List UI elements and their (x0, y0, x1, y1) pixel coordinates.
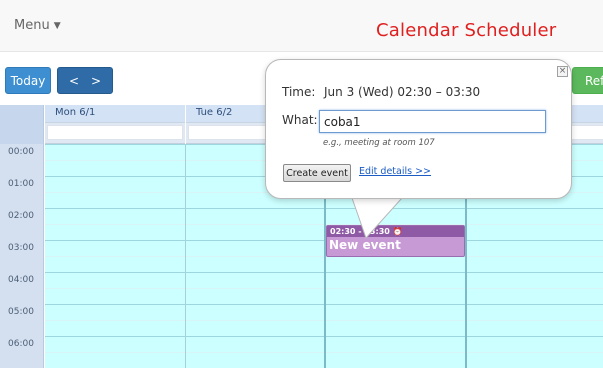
app-window: Menu▼ Calendar Scheduler Today <> Refr M… (0, 0, 603, 368)
refresh-button[interactable]: Refr (572, 67, 603, 94)
edit-details-link[interactable]: Edit details >> (359, 166, 431, 177)
event-time: 02:30 - 03:30 (330, 227, 390, 236)
top-menu-bar: Menu ▼ Calendar Scheduler (0, 0, 603, 52)
create-event-button[interactable]: Create event (283, 164, 351, 182)
time-label: 06:00 (8, 339, 34, 349)
event-title: New event (329, 238, 401, 252)
caret-down-icon: ▼ (53, 21, 61, 31)
app-title: Calendar Scheduler (376, 20, 557, 41)
what-input[interactable] (319, 110, 546, 133)
quick-add-event-popup: × Time: Jun 3 (Wed) 02:30 – 03:30 What: … (265, 59, 572, 199)
menu-dropdown[interactable]: Menu ▼ (14, 18, 61, 33)
time-field-value: Jun 3 (Wed) 02:30 – 03:30 (324, 85, 481, 99)
alarm-clock-icon: ⏰ (392, 227, 403, 236)
calendar-event[interactable]: 02:30 - 03:30 ⏰ New event (326, 225, 465, 257)
allday-cell-mon[interactable] (45, 122, 185, 144)
time-label: 05:00 (8, 307, 34, 317)
time-label: 00:00 (8, 147, 34, 157)
time-gutter-header (0, 105, 44, 144)
next-button[interactable]: > (85, 68, 107, 95)
day-header-mon[interactable]: Mon 6/1 (45, 105, 185, 122)
menu-label: Menu (14, 18, 50, 33)
what-field-label: What: (282, 113, 318, 127)
time-gutter: 00:00 01:00 02:00 03:00 04:00 05:00 06:0… (0, 144, 44, 368)
time-label: 04:00 (8, 275, 34, 285)
what-input-hint: e.g., meeting at room 107 (323, 138, 435, 148)
time-label: 02:00 (8, 211, 34, 221)
prev-button[interactable]: < (63, 68, 85, 95)
day-column-divider (185, 144, 186, 368)
time-label: 03:00 (8, 243, 34, 253)
nav-button-group: < > (57, 67, 113, 94)
event-time-header: 02:30 - 03:30 ⏰ (327, 226, 464, 237)
today-button[interactable]: Today (5, 67, 51, 94)
close-icon[interactable]: × (557, 66, 568, 77)
time-field-label: Time: (282, 85, 316, 99)
time-label: 01:00 (8, 179, 34, 189)
